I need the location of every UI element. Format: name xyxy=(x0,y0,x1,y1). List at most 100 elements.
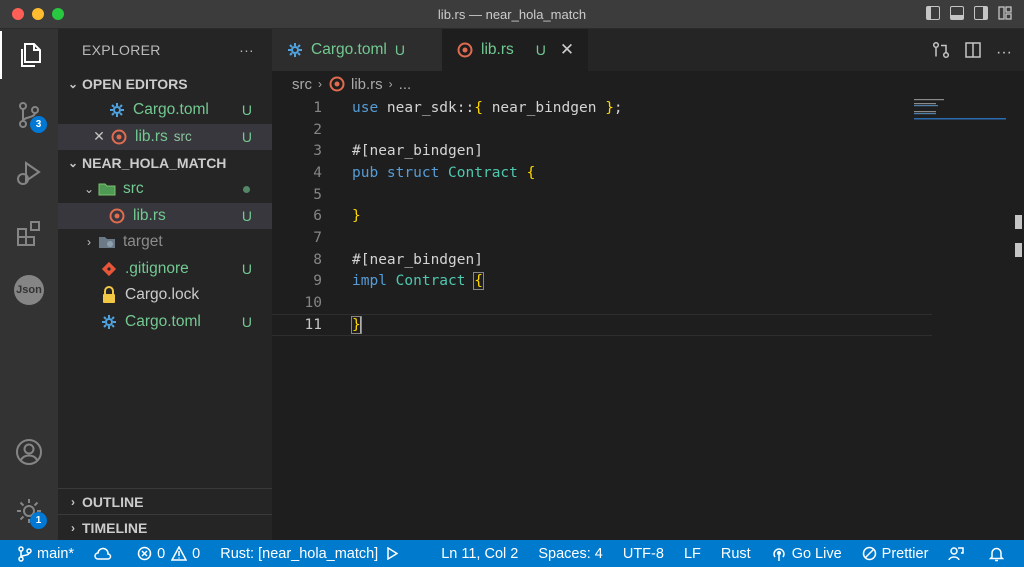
split-editor-icon[interactable] xyxy=(964,41,982,64)
toggle-panel-icon[interactable] xyxy=(950,6,964,20)
folder-icon xyxy=(98,233,116,251)
tab-lib-rs[interactable]: lib.rs U ✕ xyxy=(442,29,588,71)
toggle-sidebar-icon[interactable] xyxy=(926,6,940,20)
warning-count: 0 xyxy=(192,545,201,562)
minimize-window-button[interactable] xyxy=(32,8,44,20)
minimap[interactable] xyxy=(914,97,1006,127)
tree-item-src[interactable]: ⌄ src xyxy=(58,176,272,203)
breadcrumb-file[interactable]: lib.rs xyxy=(351,76,383,93)
outline-section[interactable]: › OUTLINE xyxy=(58,488,272,514)
customize-layout-icon[interactable] xyxy=(998,6,1012,20)
accounts-icon[interactable] xyxy=(0,428,58,476)
code-line: 10 xyxy=(272,292,932,314)
tree-item-label: Cargo.lock xyxy=(125,286,200,304)
feedback-icon[interactable] xyxy=(948,546,969,562)
modified-dot xyxy=(243,185,250,193)
sync-status[interactable] xyxy=(94,547,117,561)
untracked-badge: U xyxy=(241,260,252,277)
more-actions-icon[interactable]: ··· xyxy=(996,44,1012,62)
close-icon[interactable]: ✕ xyxy=(90,128,108,145)
json-label: Json xyxy=(14,275,44,305)
open-changes-icon[interactable] xyxy=(932,41,950,64)
warning-icon xyxy=(171,546,188,561)
branch-status[interactable]: main* xyxy=(18,546,74,562)
broadcast-icon xyxy=(772,547,785,561)
code-line: 3 #[near_bindgen] xyxy=(272,140,932,162)
go-live-button[interactable]: Go Live xyxy=(771,546,842,562)
encoding-status[interactable]: UTF-8 xyxy=(623,546,664,562)
prettier-label: Prettier xyxy=(881,545,929,562)
maximize-window-button[interactable] xyxy=(52,8,64,20)
error-icon xyxy=(137,546,152,561)
scrollbar-marker[interactable] xyxy=(1015,215,1022,229)
line-number: 8 xyxy=(313,251,322,268)
git-icon xyxy=(100,260,118,278)
gear-file-icon xyxy=(108,101,126,119)
tree-item-label: target xyxy=(123,233,163,251)
open-editor-cargo-toml[interactable]: Cargo.toml U xyxy=(58,97,272,124)
explorer-more-button[interactable]: ··· xyxy=(239,42,254,58)
explorer-icon[interactable] xyxy=(0,31,58,79)
prettier-icon xyxy=(862,546,876,561)
bottom-sections: › OUTLINE › TIMELINE xyxy=(58,488,272,540)
tree-item-lib-rs[interactable]: lib.rs U xyxy=(58,202,272,229)
breadcrumb-folder[interactable]: src xyxy=(292,76,312,93)
language-mode[interactable]: Rust xyxy=(721,546,751,562)
tab-close-button[interactable]: ✕ xyxy=(560,40,574,60)
json-extension-icon[interactable]: Json xyxy=(0,266,58,314)
untracked-badge: U xyxy=(241,128,252,145)
chevron-right-icon: › xyxy=(318,77,322,91)
untracked-badge: U xyxy=(241,102,252,119)
prettier-status[interactable]: Prettier xyxy=(862,545,929,562)
tab-cargo-toml[interactable]: Cargo.toml U xyxy=(272,29,442,71)
chevron-down-icon: ⌄ xyxy=(67,77,79,91)
run-debug-icon[interactable] xyxy=(0,149,58,197)
timeline-section[interactable]: › TIMELINE xyxy=(58,514,272,540)
tree-item-target[interactable]: › target xyxy=(58,229,272,256)
chevron-right-icon: › xyxy=(388,77,393,91)
toggle-secondary-sidebar-icon[interactable] xyxy=(974,6,988,20)
line-number: 6 xyxy=(313,208,322,225)
tree-item-gitignore[interactable]: .gitignore U xyxy=(58,256,272,283)
tree-item-label: lib.rs xyxy=(133,206,166,224)
explorer-sidebar: EXPLORER ··· ⌄ OPEN EDITORS Cargo.toml U… xyxy=(58,29,272,540)
scrollbar-marker[interactable] xyxy=(1015,243,1022,257)
code-line: 7 xyxy=(272,227,932,249)
tree-item-cargo-lock[interactable]: Cargo.lock xyxy=(58,282,272,309)
line-number: 9 xyxy=(313,273,322,290)
line-number: 7 xyxy=(313,230,322,247)
code-editor[interactable]: 1 use near_sdk::{ near_bindgen }; 2 3 #[… xyxy=(272,97,1024,540)
line-number: 3 xyxy=(313,143,322,160)
explorer-title: EXPLORER xyxy=(82,42,161,58)
open-editor-lib-rs[interactable]: ✕ lib.rs src U xyxy=(58,123,272,150)
line-number: 2 xyxy=(313,121,322,138)
open-editor-folder: src xyxy=(173,129,192,145)
timeline-title: TIMELINE xyxy=(82,519,148,536)
tree-item-label: .gitignore xyxy=(125,259,189,277)
extensions-icon[interactable] xyxy=(0,209,58,257)
gear-file-icon xyxy=(286,41,304,59)
notifications-bell-icon[interactable] xyxy=(989,546,1009,562)
indentation-status[interactable]: Spaces: 4 xyxy=(538,546,603,562)
cursor-position[interactable]: Ln 11, Col 2 xyxy=(441,546,518,562)
gear-file-icon xyxy=(100,313,118,331)
line-number: 4 xyxy=(313,164,322,181)
rust-project-status[interactable]: Rust: [near_hola_match] xyxy=(220,546,403,562)
scm-badge: 3 xyxy=(30,116,47,133)
open-editors-section[interactable]: ⌄ OPEN EDITORS xyxy=(58,71,272,97)
eol-status[interactable]: LF xyxy=(684,546,701,562)
branch-name: main* xyxy=(37,545,75,562)
code-text: impl Contract { xyxy=(352,272,484,291)
source-control-icon[interactable]: 3 xyxy=(0,91,58,139)
breadcrumb-symbol[interactable]: ... xyxy=(399,76,412,93)
rust-file-icon xyxy=(110,128,128,146)
rust-file-icon xyxy=(108,207,126,225)
manage-gear-icon[interactable]: 1 xyxy=(0,487,58,535)
close-window-button[interactable] xyxy=(12,8,24,20)
problems-status[interactable]: 0 0 xyxy=(137,546,200,562)
project-section[interactable]: ⌄ NEAR_HOLA_MATCH xyxy=(58,150,272,176)
line-number: 1 xyxy=(313,99,322,116)
code-line: 6 } xyxy=(272,206,932,228)
tree-item-cargo-toml[interactable]: Cargo.toml U xyxy=(58,309,272,336)
chevron-right-icon: › xyxy=(71,494,75,509)
